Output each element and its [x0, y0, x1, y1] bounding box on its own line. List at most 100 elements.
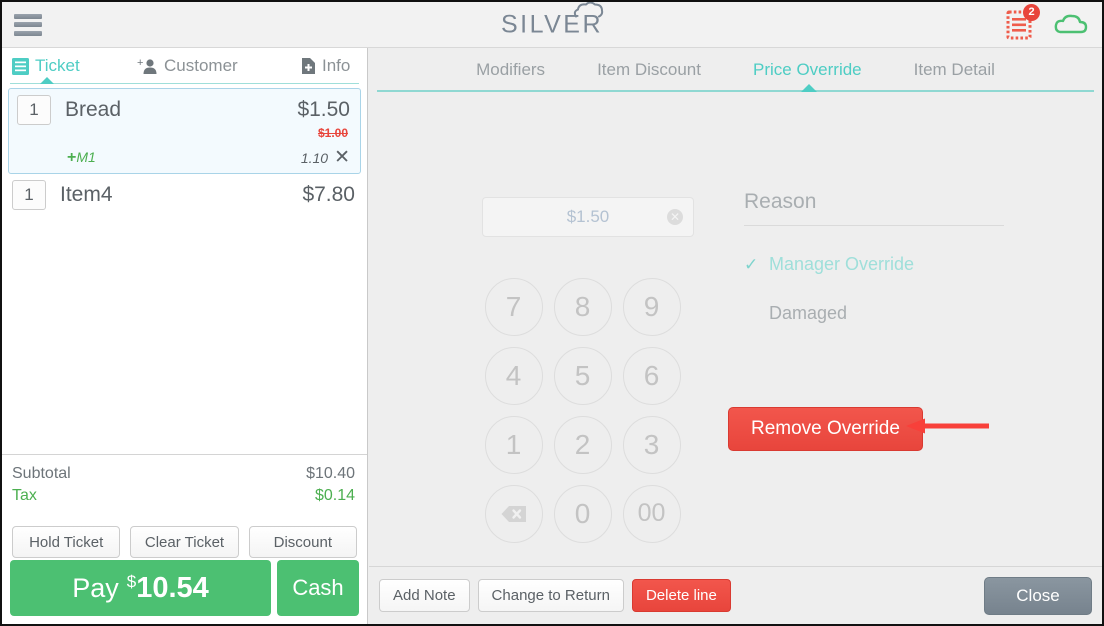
reason-option-label: Manager Override	[769, 254, 915, 274]
add-document-icon	[302, 58, 315, 74]
tab-item-discount[interactable]: Item Discount	[571, 60, 727, 80]
keypad-key-0-label: 0	[553, 484, 612, 543]
svg-text:+: +	[137, 58, 143, 69]
pay-row: Pay $ 10.54 Cash	[2, 560, 367, 616]
tab-info-label: Info	[322, 56, 351, 75]
pay-currency-symbol: $	[126, 572, 137, 591]
item-name: Item4	[60, 183, 113, 206]
hamburger-icon[interactable]	[14, 13, 42, 36]
remove-override-button[interactable]: Remove Override	[728, 407, 923, 451]
tax-value: $0.14	[314, 487, 355, 504]
keypad-key-5-label: 5	[553, 346, 612, 405]
delete-line-button[interactable]: Delete line	[631, 579, 731, 612]
keypad-key-00-label: 00	[622, 484, 681, 543]
item-qty[interactable]: 1	[12, 180, 46, 210]
pay-amount: 10.54	[136, 571, 209, 604]
header-icon-group: 2	[1006, 3, 1088, 40]
detail-panel: Modifiers Item Discount Price Override I…	[369, 48, 1102, 624]
keypad-key-7-label: 7	[484, 277, 543, 336]
pay-button[interactable]: Pay $ 10.54	[10, 560, 271, 616]
ticket-row-sub: +M1 1.10 ✕	[17, 146, 350, 169]
reason-field-label: Reason	[744, 190, 1004, 226]
tab-ticket-label: Ticket	[35, 56, 80, 75]
ticket-row-bread[interactable]: 1 Bread $1.50 $1.00 +M1 1.10 ✕	[8, 88, 361, 174]
hold-ticket-button[interactable]: Hold Ticket	[12, 526, 121, 558]
keypad-key-6[interactable]: 6	[617, 341, 686, 410]
keypad-key-00[interactable]: 00	[617, 479, 686, 548]
add-note-button[interactable]: Add Note	[379, 579, 470, 612]
receipt-icon[interactable]: 2	[1006, 3, 1040, 40]
app-header: SILVER 2	[2, 2, 1102, 48]
item-modifier[interactable]: +M1	[67, 149, 96, 167]
keypad-key-0[interactable]: 0	[548, 479, 617, 548]
keypad-key-1-label: 1	[484, 415, 543, 474]
subtotal-label: Subtotal	[12, 465, 71, 482]
numeric-keypad: 7 8 9 4 5 6 1 2 3 0 00	[479, 272, 686, 548]
add-person-icon: +	[137, 58, 157, 74]
clear-circle-icon[interactable]: ✕	[667, 209, 683, 225]
pay-label: Pay	[72, 572, 119, 603]
item-qty[interactable]: 1	[17, 95, 51, 125]
keypad-key-9[interactable]: 9	[617, 272, 686, 341]
subtotal-line: Subtotal $10.40	[12, 463, 355, 485]
modifier-plus-sign: +	[67, 148, 77, 166]
tax-label: Tax	[12, 487, 37, 504]
item-price: $7.80	[302, 183, 355, 206]
ticket-row-main: 1 Item4 $7.80	[12, 180, 355, 210]
ticket-action-buttons: Hold Ticket Clear Ticket Discount	[2, 526, 367, 558]
reason-option-label: Damaged	[769, 303, 848, 323]
remove-item-icon[interactable]: ✕	[334, 146, 350, 169]
cloud-icon	[573, 2, 604, 17]
price-override-input[interactable]: $1.50 ✕	[482, 197, 694, 237]
ticket-panel-tabs: Ticket + Customer Info	[2, 48, 367, 84]
discount-button[interactable]: Discount	[248, 526, 357, 558]
clear-ticket-button[interactable]: Clear Ticket	[130, 526, 239, 558]
keypad-key-4-label: 4	[484, 346, 543, 405]
cash-button[interactable]: Cash	[277, 560, 359, 616]
hamburger-bar	[14, 22, 42, 27]
item-price: $1.50	[297, 98, 350, 121]
keypad-key-8[interactable]: 8	[548, 272, 617, 341]
keypad-key-backspace[interactable]	[479, 479, 548, 548]
price-override-value: $1.50	[566, 207, 610, 226]
tab-customer[interactable]: + Customer	[137, 56, 238, 76]
modifier-label: M1	[76, 148, 96, 165]
silver-logo: SILVER	[501, 2, 604, 39]
reason-section: Reason ✓ Manager Override ✓ Damaged	[744, 190, 1004, 324]
item-sub-amount: 1.10	[300, 149, 329, 166]
tab-ticket[interactable]: Ticket	[12, 56, 80, 76]
cloud-sync-icon[interactable]	[1054, 13, 1088, 37]
close-button[interactable]: Close	[984, 576, 1092, 615]
check-icon-placeholder: ✓	[744, 304, 761, 324]
pos-app-window: SILVER 2 Ticket + Customer Info 1 Bread …	[0, 0, 1104, 626]
change-to-return-button[interactable]: Change to Return	[477, 579, 624, 612]
ticket-row-item4[interactable]: 1 Item4 $7.80	[2, 174, 367, 216]
tab-info[interactable]: Info	[301, 56, 350, 76]
reason-option-manager-override[interactable]: ✓ Manager Override	[744, 254, 1004, 275]
item-sub-right: 1.10 ✕	[301, 146, 350, 169]
ticket-row-main: 1 Bread $1.50	[17, 95, 350, 125]
item-original-price-struck: $1.00	[317, 126, 348, 140]
keypad-key-7[interactable]: 7	[479, 272, 548, 341]
hamburger-bar	[14, 30, 42, 36]
list-icon	[12, 57, 29, 75]
keypad-key-2[interactable]: 2	[548, 410, 617, 479]
keypad-key-2-label: 2	[553, 415, 612, 474]
red-left-arrow	[906, 418, 989, 434]
keypad-key-5[interactable]: 5	[548, 341, 617, 410]
keypad-key-3[interactable]: 3	[617, 410, 686, 479]
price-override-body: $1.50 ✕ 7 8 9 4 5 6 1 2 3 0 00 Reason ✓ …	[369, 92, 1102, 562]
hamburger-bar	[14, 13, 42, 19]
reason-option-damaged[interactable]: ✓ Damaged	[744, 303, 1004, 324]
subtotal-value: $10.40	[306, 465, 355, 482]
tab-modifiers[interactable]: Modifiers	[450, 60, 571, 80]
keypad-key-1[interactable]: 1	[479, 410, 548, 479]
tax-line: Tax $0.14	[12, 485, 355, 507]
check-icon: ✓	[744, 254, 759, 274]
detail-active-tab-caret	[801, 84, 817, 92]
tab-price-override[interactable]: Price Override	[727, 60, 888, 80]
keypad-key-4[interactable]: 4	[479, 341, 548, 410]
tab-item-detail[interactable]: Item Detail	[888, 60, 1021, 80]
keypad-key-9-label: 9	[622, 277, 681, 336]
keypad-key-8-label: 8	[553, 277, 612, 336]
